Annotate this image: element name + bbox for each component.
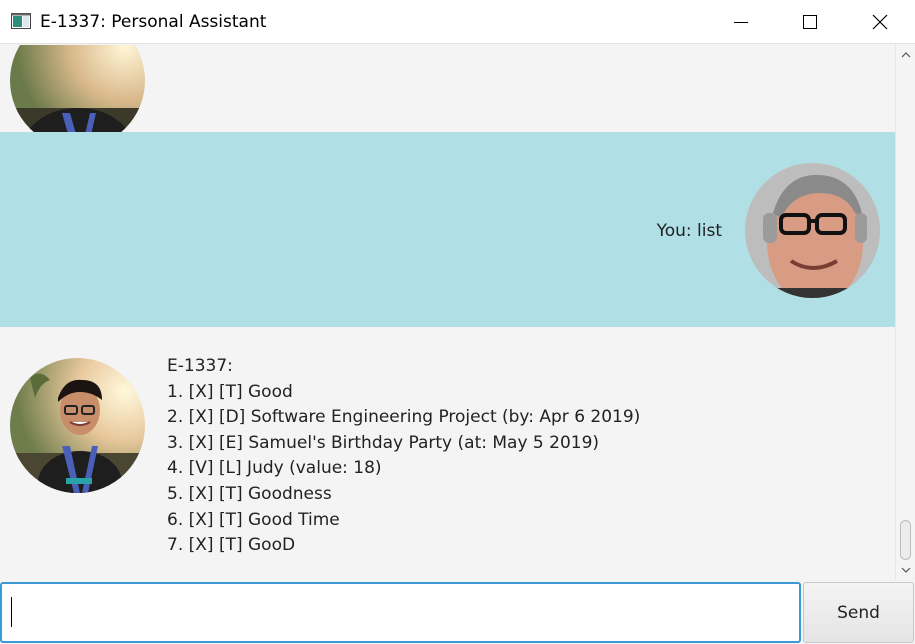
task-list-item: 3. [X] [E] Samuel's Birthday Party (at: … [167, 432, 600, 453]
scroll-up-button[interactable] [896, 47, 915, 63]
task-list-item: 6. [X] [T] Good Time [167, 509, 340, 530]
chat-dialog-area[interactable]: You: list E-1337: 1. [X] [T] Good 2. [X]… [0, 45, 895, 580]
dialog-box-bot-previous [0, 45, 895, 148]
scroll-down-button[interactable] [896, 562, 915, 578]
vertical-scrollbar[interactable] [895, 45, 915, 580]
user-message-text: You: list [656, 221, 722, 241]
dialog-box-user: You: list [0, 132, 895, 327]
bot-message-header: E-1337: [167, 356, 233, 376]
dialog-box-bot: E-1337: 1. [X] [T] Good 2. [X] [D] Softw… [0, 327, 895, 580]
app-window: E-1337: Personal Assistant You: list E-1… [0, 0, 915, 644]
send-button[interactable]: Send [803, 582, 914, 643]
task-list-item: 7. [X] [T] GooD [167, 535, 296, 556]
scroll-thumb[interactable] [900, 520, 911, 560]
maximize-button[interactable] [787, 0, 833, 44]
bot-message-text: E-1337: 1. [X] [T] Good 2. [X] [D] Softw… [167, 354, 640, 559]
close-icon [872, 14, 888, 30]
chevron-up-icon [901, 52, 911, 58]
task-list-item: 4. [V] [L] Judy (value: 18) [167, 458, 382, 479]
bot-avatar [10, 358, 145, 493]
user-input-field[interactable] [0, 582, 801, 643]
user-avatar [745, 163, 880, 298]
window-title: E-1337: Personal Assistant [40, 12, 267, 32]
minimize-button[interactable] [718, 0, 764, 44]
app-window-icon [11, 13, 31, 29]
minimize-icon [734, 22, 748, 23]
close-button[interactable] [857, 0, 903, 44]
maximize-icon [803, 15, 817, 29]
task-list-item: 1. [X] [T] Good [167, 381, 293, 402]
title-bar: E-1337: Personal Assistant [0, 0, 915, 44]
task-list-item: 2. [X] [D] Software Engineering Project … [167, 407, 641, 428]
task-list-item: 5. [X] [T] Goodness [167, 483, 332, 504]
chevron-down-icon [901, 567, 911, 573]
text-caret [11, 597, 12, 627]
